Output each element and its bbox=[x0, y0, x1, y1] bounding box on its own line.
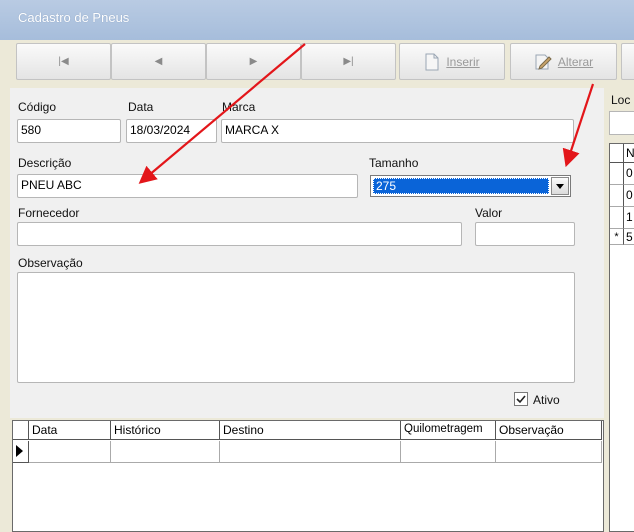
annotation-arrow-to-tamanho bbox=[562, 83, 595, 168]
annotation-overlay bbox=[138, 43, 595, 184]
annotation-arrow-to-descricao bbox=[138, 43, 306, 184]
